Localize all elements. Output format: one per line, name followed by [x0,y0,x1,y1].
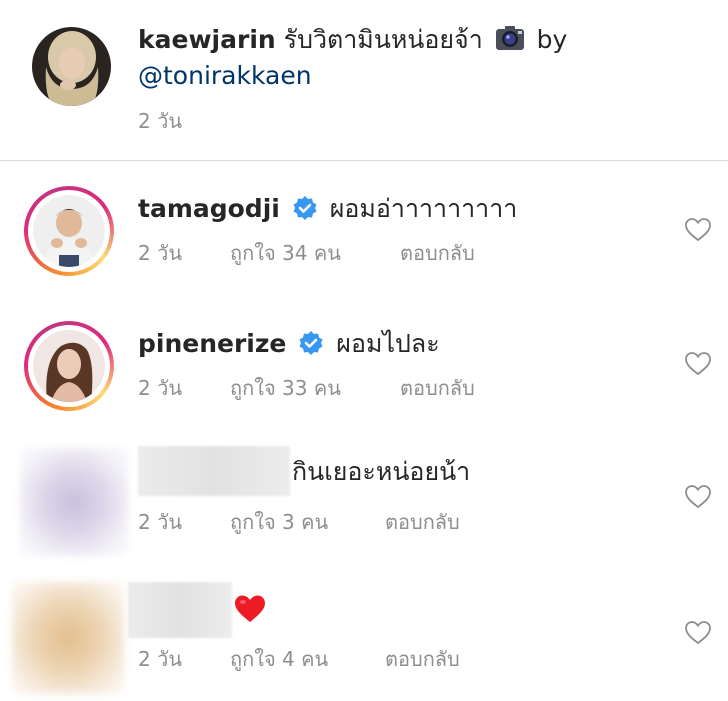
comment-avatar-story-ring[interactable] [24,186,114,276]
comment-reply[interactable]: ตอบกลับ [385,646,460,672]
like-heart-icon[interactable] [684,483,712,511]
comment-reply[interactable]: ตอบกลับ [385,509,460,535]
comment-likes[interactable]: ถูกใจ 33 คน [230,375,341,401]
comment-time[interactable]: 2 วัน [138,375,182,401]
username-redacted [128,582,232,638]
avatar-photo [32,27,111,106]
caption-username[interactable]: kaewjarin [138,25,276,54]
comment-time[interactable]: 2 วัน [138,646,182,672]
comment-username[interactable]: tamagodji [138,194,280,223]
caption-by: by [536,25,568,54]
comment-likes[interactable]: ถูกใจ 34 คน [230,240,341,266]
caption-text: รับวิตามินหน่อยจ้า [283,25,483,54]
camera-icon [495,26,524,50]
comment-text: ผอมไปละ [336,329,440,358]
comment-avatar-story-ring[interactable] [24,321,114,411]
comment-text: ผอมอ่าาาาาาาาา [329,194,518,223]
comment-reply[interactable]: ตอบกลับ [400,375,475,401]
comment-line: tamagodji ผอมอ่าาาาาาาาา [138,193,517,225]
red-heart-emoji-icon [235,595,265,622]
comment-reply[interactable]: ตอบกลับ [400,240,475,266]
comment-likes[interactable]: ถูกใจ 3 คน [230,509,328,535]
username-redacted [138,446,290,496]
comment-avatar [33,330,105,402]
comment-line: pinenerize ผอมไปละ [138,328,440,360]
comment-time[interactable]: 2 วัน [138,509,182,535]
comment-time[interactable]: 2 วัน [138,240,182,266]
caption-line-2: @tonirakkaen [138,60,312,92]
comment-username[interactable]: pinenerize [138,329,286,358]
verified-badge-icon [299,331,323,355]
like-heart-icon[interactable] [684,216,712,244]
comment-text: กินเยอะหน่อยน้า [292,457,471,486]
comment-likes[interactable]: ถูกใจ 4 คน [230,646,328,672]
comment-avatar-blurred[interactable] [12,582,124,694]
caption-mention[interactable]: @tonirakkaen [138,61,312,90]
caption-line-1: kaewjarin รับวิตามินหน่อยจ้า by [138,24,567,56]
verified-badge-icon [293,196,317,220]
comment-line [234,594,266,626]
caption-avatar[interactable] [32,27,111,106]
divider [0,160,728,161]
like-heart-icon[interactable] [684,619,712,647]
comment-avatar-blurred[interactable] [20,448,128,556]
caption-time[interactable]: 2 วัน [138,108,182,134]
comment-avatar [33,195,105,267]
like-heart-icon[interactable] [684,350,712,378]
comment-line: กินเยอะหน่อยน้า [292,456,470,488]
